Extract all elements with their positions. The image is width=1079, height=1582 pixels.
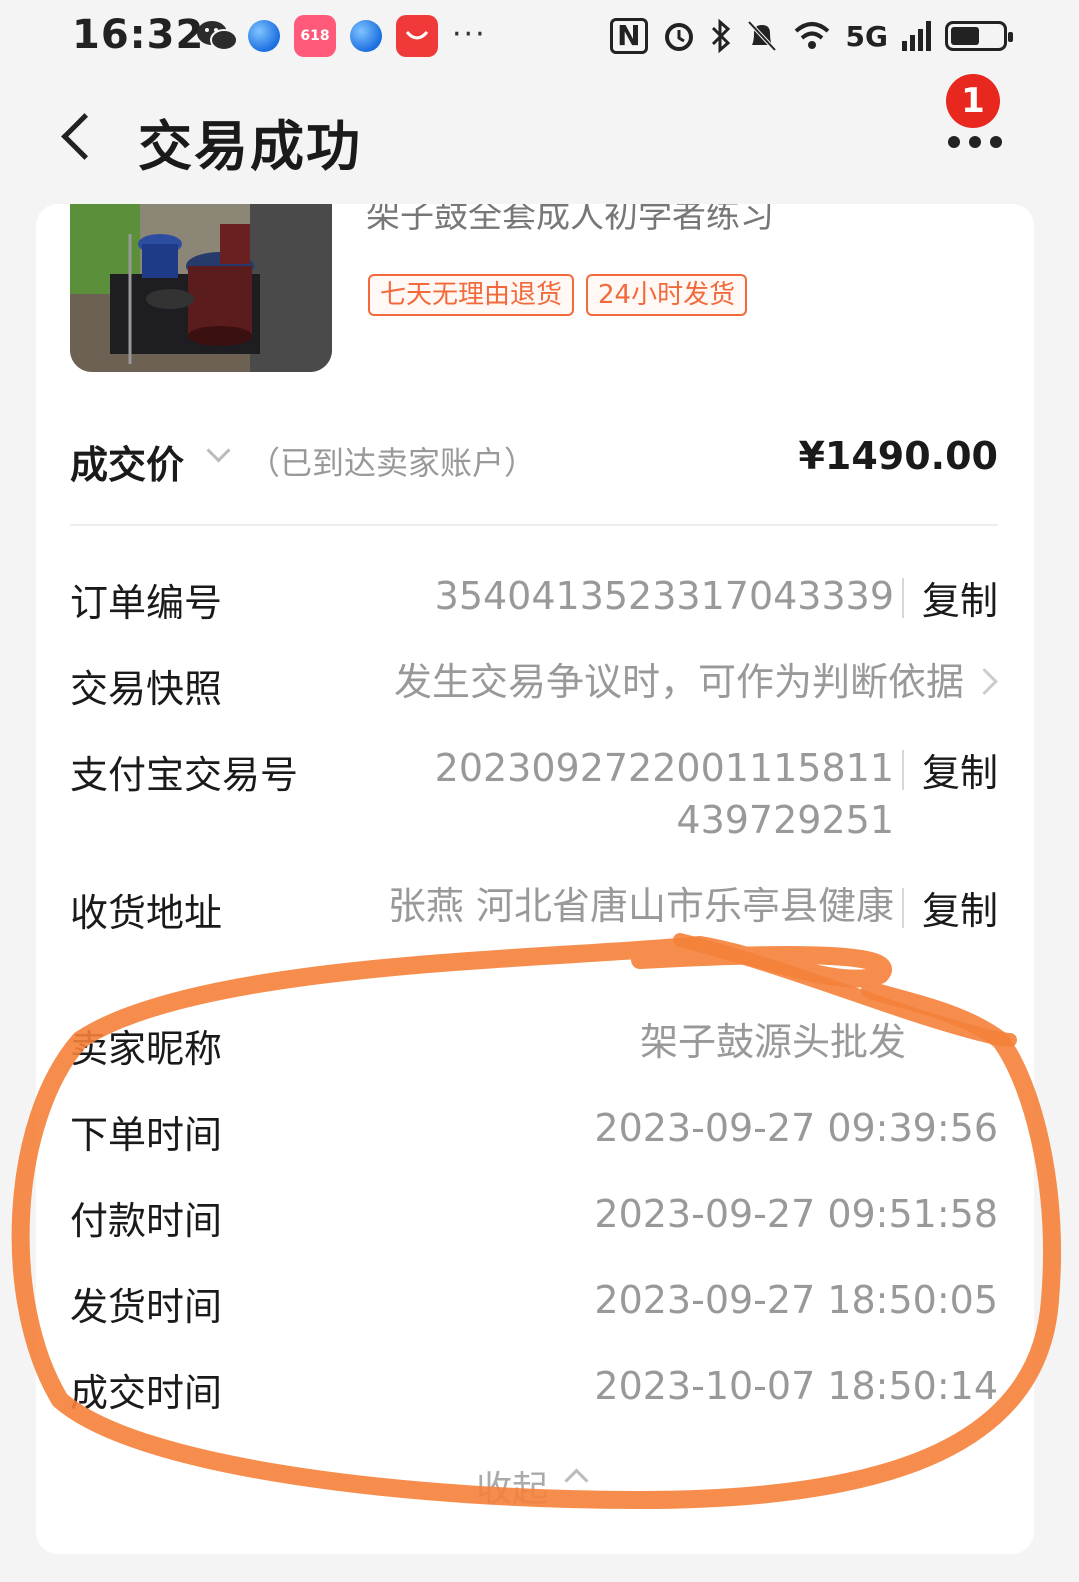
row-label: 发货时间 [70, 1285, 223, 1329]
row-label: 订单编号 [70, 581, 223, 625]
chevron-left-icon [60, 112, 108, 160]
service-tag: 24小时发货 [586, 274, 748, 316]
copy-alipay-number-button[interactable]: 复制 [922, 742, 998, 797]
row-label: 收货地址 [70, 891, 223, 935]
pay-time-row: 付款时间 2023-09-27 09:51:58 [70, 1190, 998, 1246]
row-label: 成交时间 [70, 1371, 223, 1415]
snapshot-value: 发生交易争议时，可作为判断依据 [393, 660, 964, 704]
row-label: 交易快照 [70, 667, 223, 711]
service-tag: 七天无理由退货 [368, 274, 575, 316]
chevron-up-icon [564, 1468, 589, 1493]
service-tags: 七天无理由退货 24小时发货 [368, 274, 748, 316]
copy-order-number-button[interactable]: 复制 [922, 570, 998, 625]
row-label: 支付宝交易号 [70, 753, 299, 797]
alipay-number-row: 支付宝交易号 20230927220011158​11 439729251 复制 [70, 744, 998, 854]
separator [902, 888, 904, 928]
signal-strength-icon [902, 21, 931, 51]
status-bar: 16:32 618 ··· N 5G [0, 0, 1079, 78]
ship-time-value: 2023-09-27 18:50:05 [594, 1278, 998, 1322]
mute-icon [747, 20, 776, 52]
price-note: （已到达卖家账户） [248, 444, 537, 482]
copy-address-button[interactable]: 复制 [922, 880, 998, 935]
chevron-right-icon [971, 668, 998, 695]
order-time-row: 下单时间 2023-09-27 09:39:56 [70, 1104, 998, 1160]
separator [902, 578, 904, 618]
wifi-icon [794, 22, 829, 49]
more-dot-icon [969, 136, 981, 148]
alipay-number-value-line2: 439729251 [676, 798, 894, 842]
system-status-icons: N 5G [610, 14, 1013, 58]
nav-header: 交易成功 [0, 78, 1079, 200]
alarm-icon [664, 23, 693, 51]
more-dot-icon [990, 136, 1002, 148]
order-number-row: 订单编号 3540413523317043339 复制 [70, 572, 998, 628]
notification-badge: 1 [946, 74, 1000, 128]
order-number-value: 3540413523317043339 [434, 574, 894, 618]
order-detail-card: 架子鼓全套成人初学者练习 七天无理由退货 24小时发货 成交价 （已到达卖家账户… [36, 204, 1034, 1554]
product-title[interactable]: 架子鼓全套成人初学者练习 [366, 204, 774, 237]
seller-value: 架子鼓源头批发 [639, 1020, 906, 1064]
wechat-icon [196, 16, 238, 56]
status-time: 16:32 [72, 12, 205, 58]
row-label: 卖家昵称 [70, 1027, 223, 1071]
separator [902, 750, 904, 790]
deal-time-row: 成交时间 2023-10-07 18:50:14 [70, 1362, 998, 1418]
divider [70, 524, 998, 526]
nfc-icon: N [610, 18, 648, 54]
row-label: 下单时间 [70, 1113, 223, 1157]
chevron-down-icon [206, 438, 231, 463]
battery-icon [945, 21, 1013, 51]
seller-row[interactable]: 卖家昵称 架子鼓源头批发 [70, 1018, 998, 1074]
product-thumbnail[interactable] [70, 204, 332, 372]
address-row: 收货地址 张燕 河北省唐山市乐亭县健康 复制 [70, 882, 998, 938]
ship-time-row: 发货时间 2023-09-27 18:50:05 [70, 1276, 998, 1332]
huawei-app-icon [396, 15, 438, 57]
browser-icon [248, 20, 280, 52]
more-notifications-icon: ··· [452, 16, 487, 52]
collapse-button[interactable]: 收起 [476, 1460, 548, 1512]
bluetooth-icon [711, 19, 730, 53]
shopping-618-icon: 618 [294, 15, 336, 57]
alipay-number-value-line1: 20230927220011158​11 [434, 746, 894, 790]
more-dot-icon [948, 136, 960, 148]
price-value: ¥1490.00 [798, 434, 998, 478]
snapshot-row[interactable]: 交易快照 发生交易争议时，可作为判断依据 [70, 658, 998, 714]
address-value: 张燕 河北省唐山市乐亭县健康 [387, 884, 894, 928]
price-row[interactable]: 成交价 （已到达卖家账户） ¥1490.00 [70, 430, 998, 490]
price-label: 成交价 [70, 443, 185, 487]
pay-time-value: 2023-09-27 09:51:58 [594, 1192, 998, 1236]
network-type-label: 5G [845, 19, 888, 53]
page-title: 交易成功 [138, 115, 362, 178]
row-label: 付款时间 [70, 1199, 223, 1243]
browser-icon [350, 20, 382, 52]
deal-time-value: 2023-10-07 18:50:14 [594, 1364, 998, 1408]
order-time-value: 2023-09-27 09:39:56 [594, 1106, 998, 1150]
back-button[interactable] [52, 106, 108, 166]
